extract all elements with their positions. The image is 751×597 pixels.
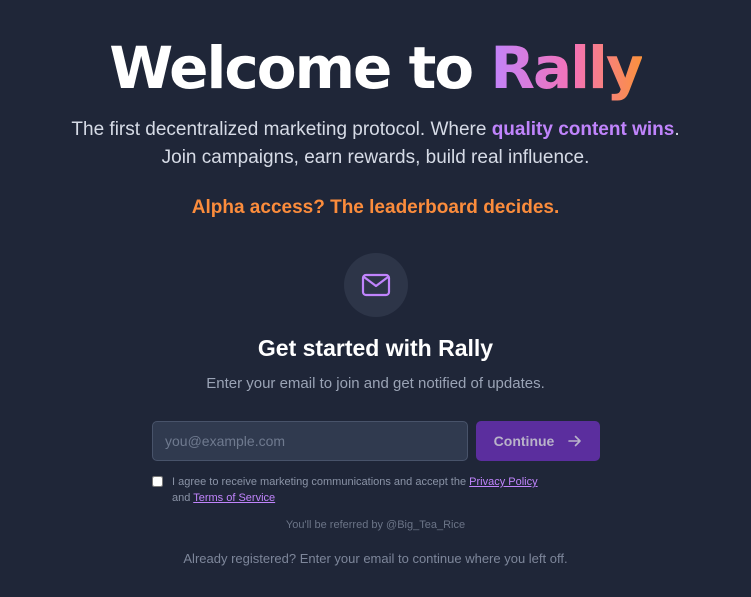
continue-button[interactable]: Continue (476, 421, 600, 461)
tagline-text: The first decentralized marketing protoc… (71, 119, 492, 140)
consent-row: I agree to receive marketing communicati… (152, 474, 602, 506)
already-registered-note: Already registered? Enter your email to … (183, 551, 568, 566)
consent-checkbox[interactable] (152, 476, 163, 487)
consent-and: and (172, 492, 194, 504)
arrow-right-icon (568, 435, 582, 447)
tagline-line-2: Join campaigns, earn rewards, build real… (161, 147, 590, 168)
hero-title-prefix: Welcome to (109, 34, 491, 102)
terms-of-service-link[interactable]: Terms of Service (193, 492, 275, 504)
mail-icon-badge (344, 253, 408, 317)
email-input[interactable] (152, 421, 468, 461)
consent-prefix: I agree to receive marketing communicati… (172, 476, 470, 488)
tagline-period: . (674, 119, 680, 140)
signup-subtitle: Enter your email to join and get notifie… (206, 375, 545, 392)
hero-title: Welcome to Rally (0, 30, 751, 106)
signup-title: Get started with Rally (257, 335, 494, 361)
tagline: The first decentralized marketing protoc… (0, 116, 751, 172)
mail-icon (361, 273, 391, 297)
brand-name: Rally (490, 34, 643, 102)
welcome-page: Welcome to Rally The first decentralized… (0, 0, 751, 597)
alpha-notice: Alpha access? The leaderboard decides. (191, 197, 560, 218)
privacy-policy-link[interactable]: Privacy Policy (469, 476, 537, 488)
consent-text: I agree to receive marketing communicati… (172, 474, 538, 506)
tagline-highlight: quality content wins (491, 119, 675, 140)
continue-label: Continue (493, 433, 555, 449)
referral-note: You'll be referred by @Big_Tea_Rice (285, 519, 466, 531)
